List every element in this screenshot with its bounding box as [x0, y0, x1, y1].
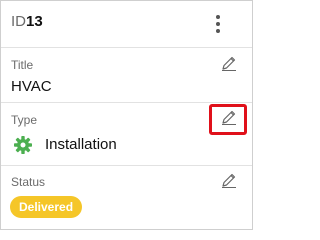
card-header: ID13	[1, 1, 252, 48]
pencil-icon	[222, 56, 236, 71]
pencil-icon	[222, 173, 236, 188]
record-id: ID13	[11, 13, 43, 31]
status-label: Status	[11, 175, 46, 189]
status-edit-button[interactable]	[219, 170, 239, 190]
gear-icon	[14, 136, 32, 154]
status-badge: Delivered	[10, 196, 83, 218]
edit-highlight-box	[209, 104, 247, 135]
title-edit-button[interactable]	[219, 53, 239, 73]
detail-card: ID13 Title HVAC Type Installation Status…	[0, 0, 253, 230]
title-section: Title HVAC	[1, 49, 252, 103]
title-value: HVAC	[11, 78, 52, 95]
id-value: 13	[26, 13, 43, 30]
type-value: Installation	[45, 136, 117, 153]
type-label: Type	[11, 113, 38, 127]
kebab-vertical-icon[interactable]	[211, 13, 225, 35]
id-prefix: ID	[11, 13, 26, 30]
title-label: Title	[11, 58, 34, 72]
